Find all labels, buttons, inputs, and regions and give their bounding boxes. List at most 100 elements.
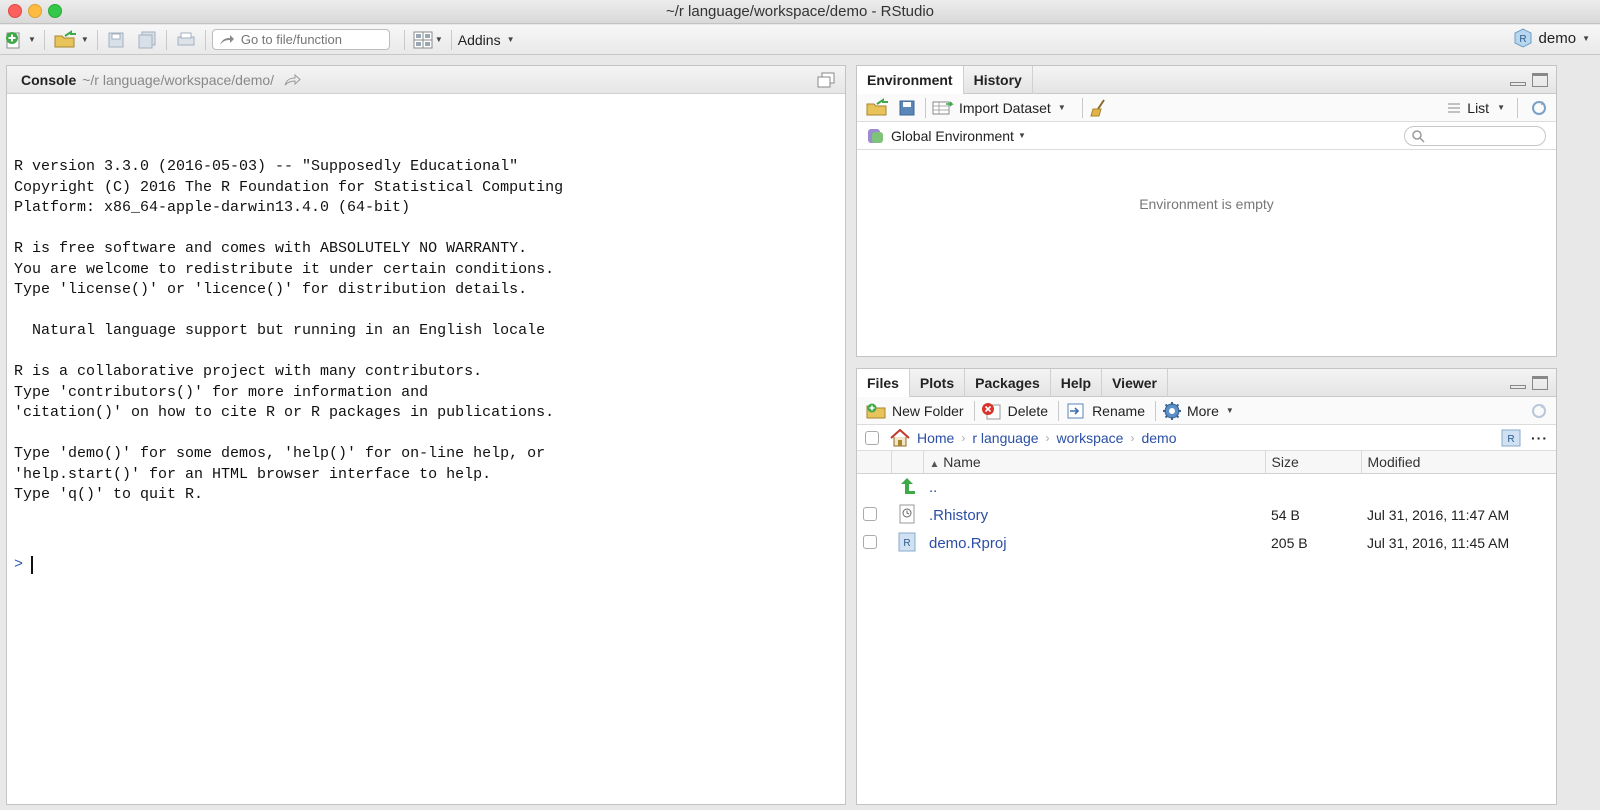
breadcrumb-separator: › [961, 430, 966, 445]
r-environment-icon [868, 128, 883, 143]
breadcrumb-separator: › [1130, 430, 1135, 445]
minimize-pane-icon[interactable] [1510, 81, 1526, 86]
refresh-icon[interactable] [1530, 99, 1548, 117]
icon-column-header [891, 451, 924, 474]
select-all-checkbox[interactable] [865, 430, 879, 445]
close-window-button[interactable] [8, 4, 22, 18]
name-column-label: Name [943, 453, 981, 470]
maximize-pane-icon[interactable] [1532, 72, 1548, 87]
more-menu-button[interactable]: More ▼ [1162, 401, 1234, 421]
parent-directory-row[interactable]: .. [857, 473, 1556, 501]
workspace-panes-button[interactable]: ▼ [411, 28, 445, 52]
tab-packages[interactable]: Packages [965, 368, 1051, 397]
modified-column-header[interactable]: Modified [1361, 451, 1556, 474]
tab-help[interactable]: Help [1051, 368, 1103, 397]
more-label: More [1186, 402, 1219, 419]
file-row[interactable]: R demo.Rproj 205 B Jul 31, 2016, 11:45 A… [857, 529, 1556, 557]
breadcrumb-separator: › [1045, 430, 1050, 445]
file-size: 205 B [1271, 535, 1308, 551]
save-all-button[interactable] [134, 28, 160, 52]
environment-pane: Environment History Import Dataset ▼ Lis… [856, 65, 1557, 357]
main-toolbar: ▼ ▼ Go to file/function ▼ Addins ▼ R dem… [0, 25, 1600, 55]
addins-menu[interactable]: Addins ▼ [458, 32, 515, 48]
save-button[interactable] [104, 28, 128, 52]
console-output[interactable]: R version 3.3.0 (2016-05-03) -- "Suppose… [7, 94, 845, 616]
rename-button[interactable]: Rename [1065, 402, 1145, 420]
gear-icon [1162, 401, 1181, 420]
rename-icon [1067, 403, 1084, 418]
tab-history[interactable]: History [964, 65, 1033, 94]
size-column-header[interactable]: Size [1265, 451, 1362, 474]
environment-tabbar: Environment History [857, 65, 1556, 94]
refresh-file-listing-icon[interactable] [1530, 402, 1548, 420]
open-folder-icon [54, 29, 76, 47]
breadcrumb-home[interactable]: Home [917, 430, 954, 446]
rproj-file-icon: R [898, 532, 916, 551]
go-to-project-dir-icon[interactable]: R [1501, 429, 1521, 447]
environment-search-field[interactable] [1404, 125, 1546, 146]
goto-input[interactable] [240, 32, 381, 47]
modified-column-label: Modified [1367, 453, 1421, 470]
import-dataset-label: Import Dataset [959, 99, 1051, 116]
maximize-console-icon[interactable] [817, 72, 835, 88]
delete-button[interactable]: Delete [981, 402, 1048, 420]
tab-files[interactable]: Files [857, 368, 910, 397]
minimize-window-button[interactable] [28, 4, 42, 18]
environment-scope-label: Global Environment [891, 127, 1014, 144]
tab-viewer[interactable]: Viewer [1102, 368, 1168, 397]
breadcrumb: Home › r language › workspace › demo [917, 430, 1176, 446]
list-view-menu[interactable]: List [1467, 100, 1489, 116]
svg-text:R: R [1519, 34, 1526, 45]
svg-text:R: R [903, 538, 910, 549]
new-folder-label: New Folder [892, 402, 964, 419]
file-row[interactable]: .Rhistory 54 B Jul 31, 2016, 11:47 AM [857, 501, 1556, 529]
console-prompt[interactable]: > [14, 555, 845, 576]
project-menu[interactable]: R demo ▼ [1513, 28, 1590, 48]
tab-plots[interactable]: Plots [910, 368, 966, 397]
rproj-icon: R [1514, 28, 1532, 48]
global-environment-dropdown[interactable]: Global Environment ▼ [891, 128, 1026, 144]
file-checkbox[interactable] [863, 506, 877, 521]
breadcrumb-demo[interactable]: demo [1141, 430, 1176, 446]
maximize-pane-icon[interactable] [1532, 375, 1548, 390]
parent-directory-link[interactable]: .. [929, 479, 937, 496]
go-to-directory-icon[interactable] [284, 73, 302, 87]
import-dataset-button[interactable]: Import Dataset ▼ [932, 100, 1066, 116]
file-name-link[interactable]: .Rhistory [929, 507, 988, 524]
addins-label: Addins [457, 31, 501, 48]
more-options-ellipsis[interactable]: ··· [1531, 430, 1548, 446]
history-file-icon [899, 504, 915, 523]
text-cursor [31, 555, 34, 574]
new-file-button[interactable]: ▼ [2, 28, 38, 52]
files-toolbar: New Folder Delete Rename More ▼ [857, 397, 1556, 425]
zoom-window-button[interactable] [48, 4, 62, 18]
name-column-header[interactable]: ▲ Name [923, 451, 1266, 474]
files-pane: Files Plots Packages Help Viewer New Fol… [856, 368, 1557, 805]
table-import-icon [932, 100, 954, 114]
clear-workspace-broom-icon[interactable] [1089, 98, 1109, 117]
breadcrumb-r-language[interactable]: r language [972, 430, 1038, 446]
save-workspace-icon[interactable] [897, 99, 919, 117]
file-name-link[interactable]: demo.Rproj [929, 535, 1007, 552]
open-file-button[interactable]: ▼ [51, 28, 91, 52]
file-checkbox[interactable] [863, 534, 877, 549]
load-workspace-icon[interactable] [865, 97, 891, 118]
print-icon [177, 32, 195, 45]
size-column-label: Size [1271, 453, 1299, 470]
file-size: 54 B [1271, 507, 1300, 523]
print-button[interactable] [173, 28, 199, 52]
console-working-dir: ~/r language/workspace/demo/ [82, 71, 275, 88]
delete-icon [981, 402, 1001, 419]
home-icon [890, 428, 910, 446]
minimize-pane-icon[interactable] [1510, 384, 1526, 389]
environment-toolbar: Import Dataset ▼ List ▼ [857, 94, 1556, 122]
tab-environment[interactable]: Environment [857, 65, 964, 94]
console-tab[interactable]: Console [21, 72, 76, 88]
file-modified: Jul 31, 2016, 11:45 AM [1367, 535, 1510, 551]
console-startup-text: R version 3.3.0 (2016-05-03) -- "Suppose… [14, 158, 564, 503]
goto-file-function-field[interactable] [211, 29, 390, 50]
grid-layout-icon [413, 31, 433, 48]
project-label: demo [1538, 29, 1577, 47]
breadcrumb-workspace[interactable]: workspace [1057, 430, 1124, 446]
new-folder-button[interactable]: New Folder [865, 402, 964, 420]
